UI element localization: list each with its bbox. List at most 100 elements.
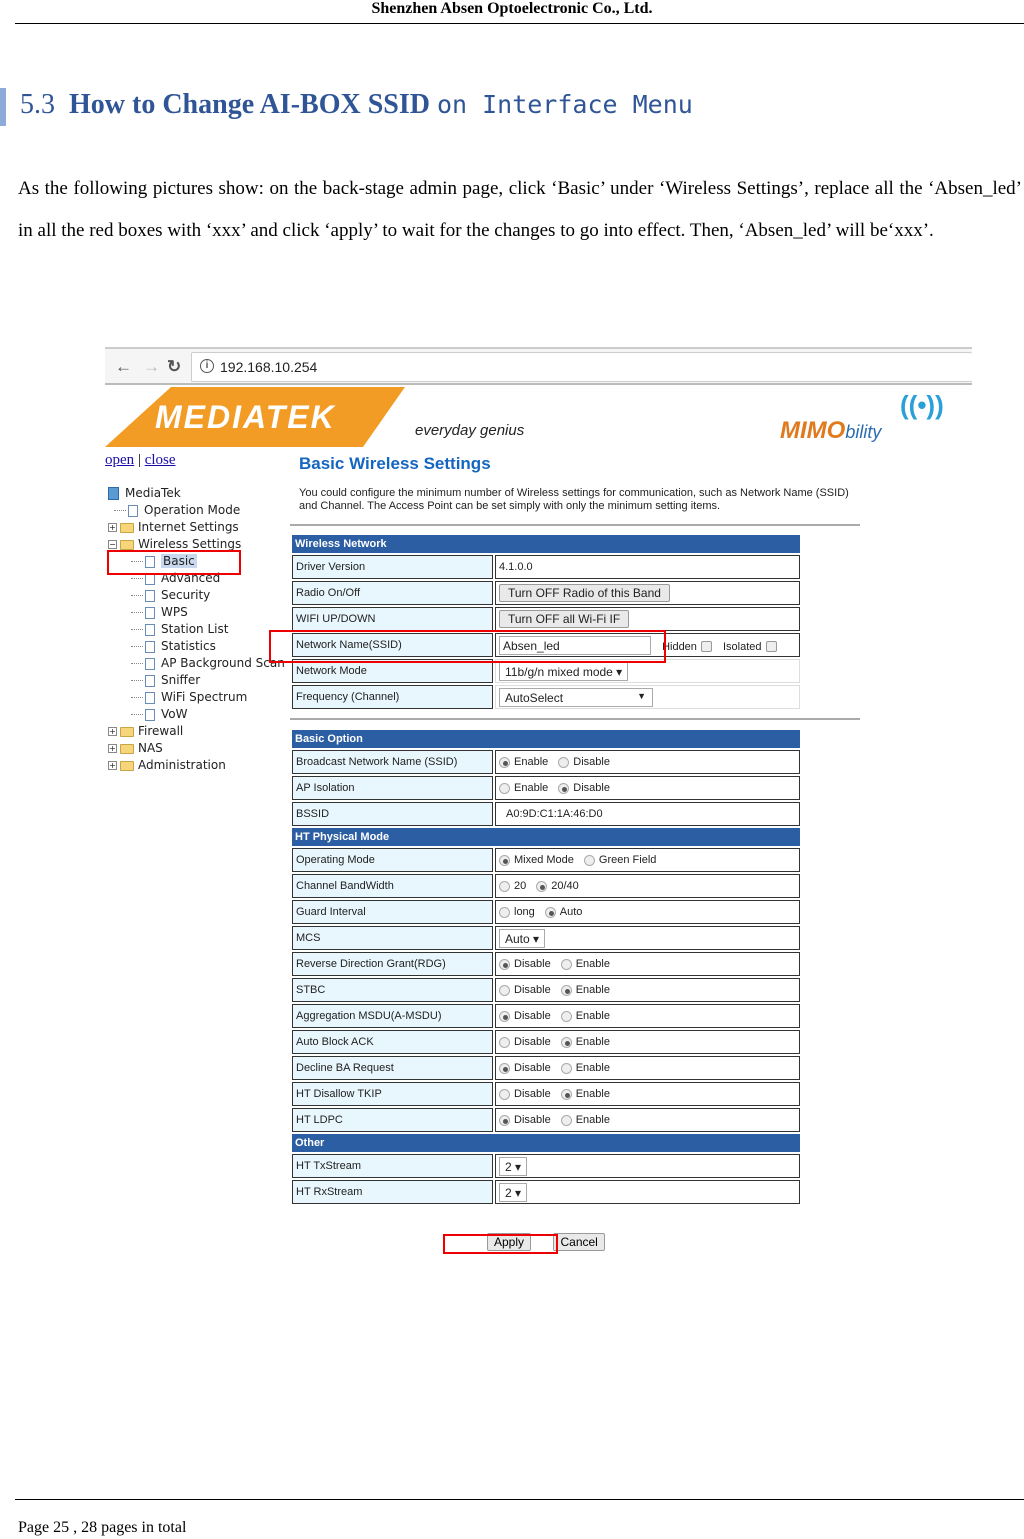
row-label: HT RxStream <box>292 1180 493 1204</box>
section-header: HT Physical Mode <box>292 828 800 846</box>
sidebar-item-wps[interactable]: WPS <box>108 604 285 621</box>
row-label: Channel BandWidth <box>292 874 493 898</box>
sidebar-item-sniffer[interactable]: Sniffer <box>108 672 285 689</box>
row-label: Frequency (Channel) <box>292 685 493 709</box>
radio-disable[interactable] <box>499 1010 510 1022</box>
mcs-select[interactable]: Auto ▾ <box>499 928 546 948</box>
sidebar-item-firewall[interactable]: + Firewall <box>108 723 285 740</box>
rx-stream-select[interactable]: 2 ▾ <box>499 1182 528 1202</box>
turn-off-radio-button[interactable]: Turn OFF Radio of this Band <box>499 584 670 602</box>
radio-disable[interactable] <box>499 1062 510 1074</box>
highlight-basic-menu <box>107 550 241 575</box>
arrow-right-icon[interactable]: → <box>143 357 160 377</box>
row-label: Driver Version <box>292 555 493 579</box>
collapse-icon[interactable]: − <box>108 540 117 549</box>
radio-option-1[interactable] <box>499 906 510 918</box>
divider <box>290 718 860 720</box>
radio-enable[interactable] <box>560 1062 572 1074</box>
expand-icon[interactable]: + <box>108 744 117 753</box>
expand-icon[interactable]: + <box>108 523 117 532</box>
turn-off-wifi-button[interactable]: Turn OFF all Wi-Fi IF <box>499 610 630 628</box>
hidden-label: Hidden <box>662 640 697 653</box>
table-row: Reverse Direction Grant(RDG) Disable Enab… <box>292 952 800 976</box>
footer-rule <box>15 1499 1024 1500</box>
driver-version-value: 4.1.0.0 <box>495 555 800 579</box>
row-label: STBC <box>292 978 493 1002</box>
address-bar[interactable]: i 192.168.10.254 <box>191 352 972 382</box>
open-link[interactable]: open <box>105 452 134 468</box>
radio-disable[interactable] <box>499 1036 510 1048</box>
page-footer: Page 25 , 28 pages in total <box>18 1519 187 1536</box>
radio-enable[interactable] <box>499 782 510 794</box>
page-icon <box>145 623 155 636</box>
table-row: Decline BA Request Disable Enable <box>292 1056 800 1080</box>
options-table: Basic Option Broadcast Network Name (SSI… <box>290 728 802 1206</box>
radio-enable[interactable] <box>560 984 572 996</box>
table-row: Guard Interval long Auto <box>292 900 800 924</box>
radio-option-2[interactable] <box>583 854 595 866</box>
sidebar-item-security[interactable]: Security <box>108 587 285 604</box>
sidebar-item-statistics[interactable]: Statistics <box>108 638 285 655</box>
table-row: AP Isolation Enable Disable <box>292 776 800 800</box>
radio-enable[interactable] <box>560 1088 572 1100</box>
sidebar-item-nas[interactable]: + NAS <box>108 740 285 757</box>
radio-option-1[interactable] <box>499 880 510 892</box>
isolated-checkbox[interactable] <box>765 641 777 653</box>
expand-icon[interactable]: + <box>108 761 117 770</box>
sidebar-item-vow[interactable]: VoW <box>108 706 285 723</box>
sidebar-item-station-list[interactable]: Station List <box>108 621 285 638</box>
radio-enable[interactable] <box>560 1036 572 1048</box>
reload-icon[interactable]: ↻ <box>167 357 181 377</box>
table-row: Aggregation MSDU(A-MSDU) Disable Enable <box>292 1004 800 1028</box>
radio-enable[interactable] <box>499 756 510 768</box>
computer-icon <box>108 487 119 500</box>
radio-option-1[interactable] <box>499 854 510 866</box>
table-row: MCS Auto ▾ <box>292 926 800 950</box>
row-label: Aggregation MSDU(A-MSDU) <box>292 1004 493 1028</box>
url-text: 192.168.10.254 <box>220 359 318 375</box>
tree-root[interactable]: MediaTek <box>108 485 285 502</box>
router-admin-screenshot: ← → ↻ i 192.168.10.254 MEDIATEK everyday… <box>105 347 972 1267</box>
radio-disable[interactable] <box>499 984 510 996</box>
radio-disable[interactable] <box>558 782 570 794</box>
row-label: AP Isolation <box>292 776 493 800</box>
wireless-network-table: Wireless Network Driver Version 4.1.0.0 … <box>290 533 802 711</box>
folder-icon <box>120 522 134 533</box>
radio-enable[interactable] <box>560 1114 572 1126</box>
sidebar-tree: MediaTek Operation Mode + Internet Settin… <box>108 485 285 774</box>
tx-stream-select[interactable]: 2 ▾ <box>499 1156 528 1176</box>
page-header: Shenzhen Absen Optoelectronic Co., Ltd. <box>371 0 653 17</box>
dropdown-arrow-icon: ▼ <box>637 690 646 701</box>
table-row: STBC Disable Enable <box>292 978 800 1002</box>
banner: MEDIATEK everyday genius MIMObility ((•)… <box>105 387 972 449</box>
network-mode-select[interactable]: 11b/g/n mixed mode ▾ <box>499 661 629 681</box>
cancel-button[interactable]: Cancel <box>553 1233 605 1251</box>
radio-disable[interactable] <box>499 958 510 970</box>
page-description: You could configure the minimum number o… <box>299 487 849 512</box>
divider <box>290 524 860 526</box>
radio-disable[interactable] <box>499 1088 510 1100</box>
separator: | <box>137 452 141 468</box>
arrow-left-icon[interactable]: ← <box>115 357 132 377</box>
expand-icon[interactable]: + <box>108 727 117 736</box>
hidden-checkbox[interactable] <box>700 641 712 653</box>
info-icon[interactable]: i <box>200 359 214 373</box>
radio-option-2[interactable] <box>544 906 556 918</box>
highlight-apply-button <box>443 1234 558 1254</box>
sidebar-item-wifi-spectrum[interactable]: WiFi Spectrum <box>108 689 285 706</box>
mediatek-logo-text: MEDIATEK <box>155 399 336 435</box>
radio-disable[interactable] <box>558 756 570 768</box>
radio-enable[interactable] <box>560 958 572 970</box>
radio-option-2[interactable] <box>536 880 548 892</box>
isolated-label: Isolated <box>722 640 762 653</box>
highlight-ssid-field <box>269 630 666 663</box>
close-link[interactable]: close <box>145 452 176 468</box>
page-title: Basic Wireless Settings <box>299 454 491 473</box>
sidebar-item-internet-settings[interactable]: + Internet Settings <box>108 519 285 536</box>
radio-enable[interactable] <box>560 1010 572 1022</box>
sidebar-item-ap-background-scan[interactable]: AP Background Scan <box>108 655 285 672</box>
radio-disable[interactable] <box>499 1114 510 1126</box>
frequency-select[interactable]: AutoSelect ▼ <box>499 687 653 707</box>
sidebar-item-operation-mode[interactable]: Operation Mode <box>108 502 285 519</box>
sidebar-item-administration[interactable]: + Administration <box>108 757 285 774</box>
